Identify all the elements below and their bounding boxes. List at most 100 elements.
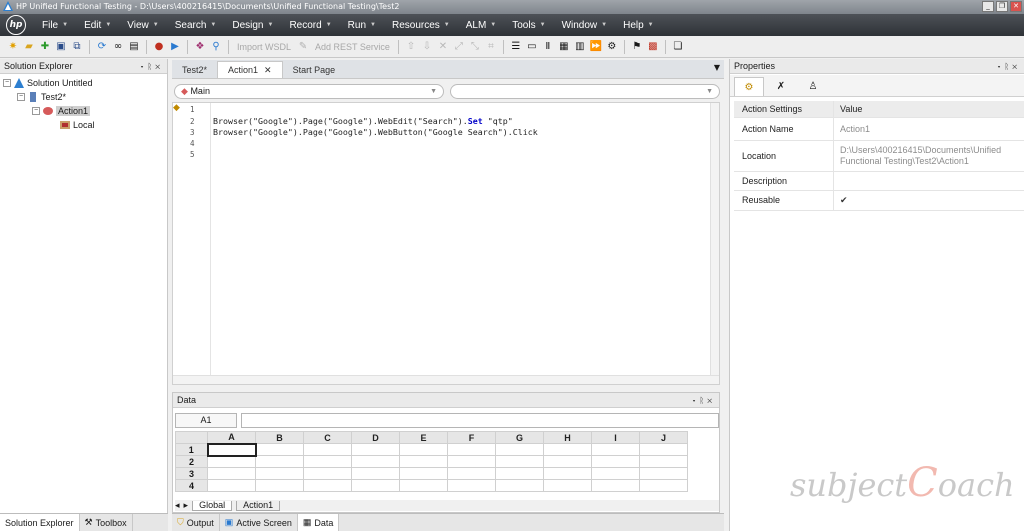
new-icon[interactable]: ✷ <box>6 40 20 54</box>
list-icon[interactable]: ☰ <box>509 40 523 54</box>
grid-cell[interactable] <box>495 467 544 480</box>
insert-step-icon[interactable]: ❖ <box>193 40 207 54</box>
import-wsdl-button[interactable]: Import WSDL <box>234 42 294 52</box>
book-icon[interactable]: ▥ <box>573 40 587 54</box>
tab-user[interactable]: ♙ <box>798 77 828 96</box>
grid-cell[interactable] <box>543 443 592 456</box>
menu-edit[interactable]: Edit ▼ <box>76 20 119 31</box>
menu-design[interactable]: Design ▼ <box>224 20 281 31</box>
row-header[interactable]: 3 <box>175 467 208 480</box>
grid-cell[interactable] <box>255 443 304 456</box>
grid-cell[interactable] <box>207 467 256 480</box>
grid-cell[interactable] <box>303 455 352 468</box>
close-icon[interactable]: ✕ <box>1012 62 1020 71</box>
delete-icon[interactable]: ✕ <box>436 40 450 54</box>
grid-cell[interactable] <box>351 479 400 492</box>
expand-icon[interactable]: ⤢ <box>452 40 466 54</box>
record-icon[interactable]: ● <box>152 40 166 54</box>
property-value[interactable]: D:\Users\400216415\Documents\Unified Fun… <box>834 141 1024 171</box>
grid-cell[interactable] <box>447 455 496 468</box>
column-header[interactable]: A <box>207 431 256 444</box>
tab-test2[interactable]: Test2* <box>172 61 217 78</box>
collapse-icon[interactable]: − <box>3 78 11 87</box>
grid-cell[interactable] <box>495 455 544 468</box>
grid-cell[interactable] <box>351 443 400 456</box>
row-header[interactable]: 2 <box>175 455 208 468</box>
menu-help[interactable]: Help ▼ <box>615 20 662 31</box>
property-row-reusable[interactable]: Reusable ✔ <box>734 191 1024 211</box>
property-row-location[interactable]: Location D:\Users\400216415\Documents\Un… <box>734 141 1024 172</box>
grid-cell[interactable] <box>399 455 448 468</box>
report-icon[interactable]: ▩ <box>646 40 660 54</box>
property-row-action-name[interactable]: Action Name Action1 <box>734 118 1024 141</box>
tab-parameters[interactable]: ✗ <box>766 77 796 96</box>
tab-toolbox[interactable]: ⚒ Toolbox <box>80 514 133 531</box>
grid-cell[interactable] <box>639 443 688 456</box>
close-icon[interactable]: ✕ <box>155 62 163 71</box>
grid-cell[interactable] <box>255 455 304 468</box>
grid-icon[interactable]: ▦ <box>557 40 571 54</box>
grid-cell[interactable] <box>639 455 688 468</box>
member-dropdown[interactable]: ▼ <box>450 83 720 99</box>
menu-alm[interactable]: ALM ▼ <box>458 20 505 31</box>
column-header[interactable]: C <box>303 431 352 444</box>
column-header[interactable]: B <box>255 431 304 444</box>
grid-cell[interactable] <box>543 479 592 492</box>
grid-cell[interactable] <box>495 443 544 456</box>
open-folder-icon[interactable]: ▰ <box>22 40 36 54</box>
minimize-button[interactable]: _ <box>982 1 994 12</box>
tree-node-local[interactable]: Local <box>60 118 95 131</box>
menu-file[interactable]: File ▼ <box>34 20 76 31</box>
grid-cell[interactable] <box>303 479 352 492</box>
plugin-icon[interactable]: ⚑ <box>630 40 644 54</box>
arrow-down-icon[interactable]: ⇩ <box>420 40 434 54</box>
datasheet-grid[interactable]: A B C D E F G H I J 1 2 3 4 <box>175 431 711 497</box>
grid-cell[interactable] <box>639 479 688 492</box>
sheet-nav-left-icon[interactable]: ◂ <box>175 500 180 511</box>
horizontal-scrollbar[interactable] <box>173 375 719 384</box>
grid-cell[interactable] <box>303 443 352 456</box>
run-icon[interactable]: ▶ <box>168 40 182 54</box>
close-icon[interactable]: ✕ <box>707 396 715 405</box>
grid-cell[interactable] <box>543 467 592 480</box>
grid-cell[interactable] <box>303 467 352 480</box>
column-header[interactable]: J <box>639 431 688 444</box>
grid-cell[interactable] <box>255 479 304 492</box>
tab-list-dropdown-icon[interactable]: ▼ <box>714 63 720 72</box>
close-window-button[interactable]: ✕ <box>1010 1 1022 12</box>
scope-dropdown[interactable]: ◆ Main ▼ <box>174 83 444 99</box>
restore-button[interactable]: ❐ <box>996 1 1008 12</box>
tool-icon[interactable]: ✎ <box>296 40 310 54</box>
tab-data[interactable]: ▦ Data <box>297 514 340 531</box>
add-rest-service-button[interactable]: Add REST Service <box>312 42 393 52</box>
row-header[interactable]: 4 <box>175 479 208 492</box>
collapse-icon[interactable]: − <box>17 92 25 101</box>
tab-active-screen[interactable]: ▣ Active Screen <box>220 514 298 531</box>
save-icon[interactable]: ▣ <box>54 40 68 54</box>
zoom-icon[interactable]: ⌗ <box>484 40 498 54</box>
menu-tools[interactable]: Tools ▼ <box>504 20 553 31</box>
grid-cell[interactable] <box>495 479 544 492</box>
menu-record[interactable]: Record ▼ <box>281 20 339 31</box>
grid-cell[interactable] <box>351 467 400 480</box>
column-header[interactable]: E <box>399 431 448 444</box>
sheet-tab-global[interactable]: Global <box>192 500 233 511</box>
tab-start-page[interactable]: Start Page <box>283 61 346 78</box>
collapse-icon[interactable]: ⤡ <box>468 40 482 54</box>
property-value[interactable] <box>834 172 1024 190</box>
sheet-nav-right-icon[interactable]: ▸ <box>184 500 189 511</box>
grid-cell[interactable] <box>447 443 496 456</box>
tab-output[interactable]: ⛉ Output <box>172 514 220 531</box>
tree-node-action[interactable]: − Action1 <box>32 104 91 117</box>
breakpoint-marker-icon[interactable]: ◆ <box>173 103 180 113</box>
grid-corner[interactable] <box>175 431 208 444</box>
object-repository-icon[interactable]: ▤ <box>127 40 141 54</box>
text-icon[interactable]: Ⅱ <box>541 40 555 54</box>
grid-cell[interactable] <box>399 443 448 456</box>
add-icon[interactable]: ✚ <box>38 40 52 54</box>
grid-cell[interactable] <box>351 455 400 468</box>
tab-solution-explorer[interactable]: Solution Explorer <box>0 514 80 531</box>
row-header[interactable]: 1 <box>175 443 208 456</box>
grid-cell-active[interactable] <box>206 442 257 457</box>
options-icon[interactable]: ❏ <box>671 40 685 54</box>
